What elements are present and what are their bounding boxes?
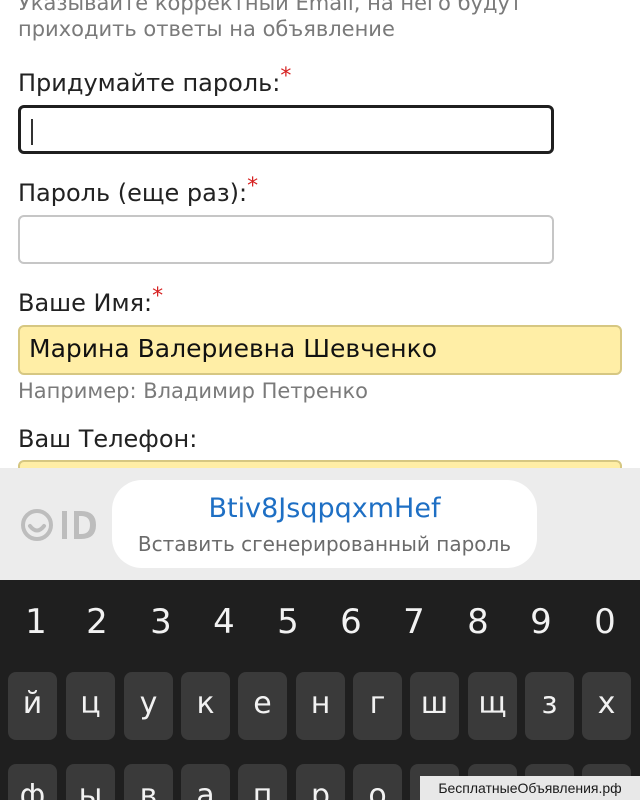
- key-к[interactable]: к: [181, 672, 230, 740]
- password-repeat-input[interactable]: [18, 215, 554, 264]
- key-н[interactable]: н: [296, 672, 345, 740]
- password-repeat-label-text: Пароль (еще раз):: [18, 179, 248, 207]
- registration-form: Указывайте корректный Email, на него буд…: [0, 0, 640, 470]
- key-5[interactable]: 5: [268, 602, 308, 642]
- key-х[interactable]: х: [582, 672, 631, 740]
- key-е[interactable]: е: [238, 672, 287, 740]
- insert-generated-password-button[interactable]: Btiv8JsqpqxmHef Вставить сгенерированный…: [112, 480, 537, 568]
- key-1[interactable]: 1: [16, 602, 56, 642]
- key-2[interactable]: 2: [77, 602, 117, 642]
- generated-password: Btiv8JsqpqxmHef: [208, 493, 441, 524]
- insert-password-caption: Вставить сгенерированный пароль: [137, 532, 512, 556]
- key-г[interactable]: г: [353, 672, 402, 740]
- key-4[interactable]: 4: [204, 602, 244, 642]
- key-р[interactable]: р: [296, 764, 345, 800]
- email-hint-line-1: Указывайте корректный Email, на него буд…: [18, 0, 523, 15]
- name-label: Ваше Имя:*: [18, 284, 163, 318]
- key-п[interactable]: п: [238, 764, 287, 800]
- key-ы[interactable]: ы: [66, 764, 115, 800]
- on-screen-keyboard: 1 2 3 4 5 6 7 8 9 0 й ц у к е н г ш щ з …: [0, 580, 640, 800]
- required-mark: *: [280, 64, 292, 89]
- key-0[interactable]: 0: [585, 602, 625, 642]
- key-в[interactable]: в: [124, 764, 173, 800]
- key-а[interactable]: а: [181, 764, 230, 800]
- name-example-hint: Например: Владимир Петренко: [18, 379, 369, 403]
- name-input[interactable]: Марина Валериевна Шевченко: [18, 325, 622, 375]
- key-о[interactable]: о: [353, 764, 402, 800]
- key-ф[interactable]: ф: [8, 764, 57, 800]
- password-input[interactable]: [18, 105, 554, 154]
- text-caret: [31, 119, 33, 145]
- site-watermark: БесплатныеОбъявления.рф: [420, 776, 640, 800]
- key-6[interactable]: 6: [331, 602, 371, 642]
- password-repeat-label: Пароль (еще раз):*: [18, 174, 258, 208]
- key-ц[interactable]: ц: [66, 672, 115, 740]
- key-у[interactable]: у: [124, 672, 173, 740]
- key-й[interactable]: й: [8, 672, 57, 740]
- key-з[interactable]: з: [525, 672, 574, 740]
- key-щ[interactable]: щ: [468, 672, 517, 740]
- name-input-value: Марина Валериевна Шевченко: [29, 334, 438, 363]
- yandex-id-logo-icon: [21, 509, 96, 541]
- password-label: Придумайте пароль:*: [18, 64, 291, 98]
- password-label-text: Придумайте пароль:: [18, 69, 281, 97]
- key-ш[interactable]: ш: [410, 672, 459, 740]
- key-9[interactable]: 9: [521, 602, 561, 642]
- key-3[interactable]: 3: [141, 602, 181, 642]
- email-hint-line-2: приходить ответы на объявление: [18, 17, 395, 41]
- required-mark: *: [152, 284, 164, 309]
- key-7[interactable]: 7: [394, 602, 434, 642]
- key-8[interactable]: 8: [458, 602, 498, 642]
- required-mark: *: [247, 174, 259, 199]
- name-label-text: Ваше Имя:: [18, 289, 153, 317]
- phone-label: Ваш Телефон:: [18, 425, 198, 453]
